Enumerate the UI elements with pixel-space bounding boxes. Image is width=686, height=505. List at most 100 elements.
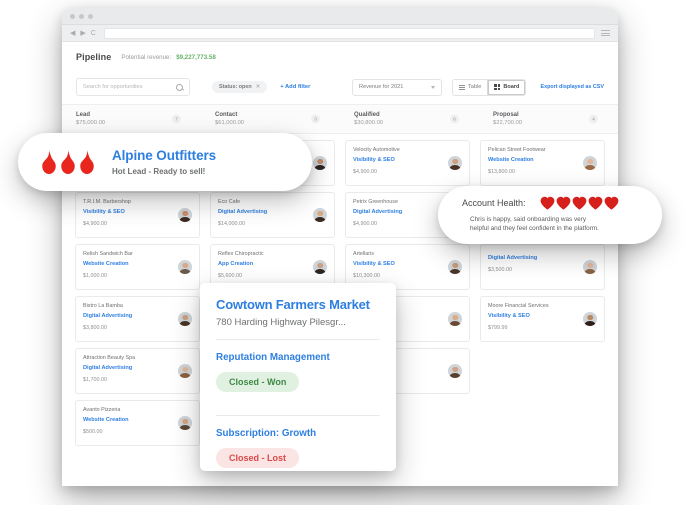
window-minimize-button[interactable] (79, 13, 84, 19)
flame-icon (42, 150, 56, 174)
divider (216, 415, 380, 416)
pipeline-stage-proposal[interactable]: Proposal $22,700.00 4 (479, 105, 618, 133)
opportunity-service: Visibility & SEO (353, 261, 395, 267)
stage-count-badge: 4 (589, 114, 598, 124)
back-icon[interactable]: ◀ (70, 30, 75, 37)
opportunity-card[interactable]: Avanto Pizzeria Website Creation $500.00 (75, 400, 200, 446)
avatar (313, 260, 327, 274)
stage-amount: $30,800.00 (354, 120, 384, 126)
status-badge-lost: Closed - Lost (216, 448, 300, 468)
avatar (178, 364, 192, 378)
opportunity-service: Website Creation (488, 157, 534, 163)
cowtown-service-2: Subscription: Growth (216, 428, 317, 439)
period-select[interactable]: Revenue for 2021 (351, 78, 442, 96)
opportunity-service: Digital Advertising (83, 313, 133, 319)
avatar (448, 312, 462, 326)
cowtown-address: 780 Harding Highway Pilesgr... (216, 317, 346, 328)
window-close-button[interactable] (70, 13, 75, 19)
opportunity-amount: $1,700.00 (83, 377, 107, 383)
tab-table-view[interactable]: Table (452, 79, 488, 95)
avatar (448, 364, 462, 378)
stage-count-badge: 3 (311, 114, 320, 124)
forward-icon[interactable]: ▶ (80, 30, 85, 37)
browser-menu-icon[interactable] (601, 30, 610, 36)
avatar (178, 312, 192, 326)
flame-icon (61, 150, 75, 174)
stage-amount: $61,000.00 (215, 120, 245, 126)
divider (216, 339, 380, 340)
stage-amount: $22,700.00 (493, 120, 523, 126)
account-health-note-line2: helpful and they feel confident in the p… (470, 225, 599, 233)
opportunity-card[interactable]: T.R.I.M. Barbershop Visibility & SEO $4,90… (75, 192, 200, 238)
reload-icon[interactable]: C (91, 30, 96, 37)
opportunity-amount: $799.99 (488, 325, 508, 331)
potential-revenue-value: $9,227,773.58 (176, 53, 216, 61)
opportunity-name: Moore Financial Services (488, 303, 549, 309)
pipeline-stage-lead[interactable]: Lead $75,000.00 7 (62, 105, 201, 133)
tab-board-view[interactable]: Board (487, 79, 526, 95)
avatar (583, 312, 597, 326)
opportunity-card[interactable]: Bistro La Bamba Digital Advertising $3,800… (75, 296, 200, 342)
address-bar[interactable] (103, 27, 595, 39)
opportunity-service: App Creation (218, 261, 254, 267)
alpine-callout-subtitle: Hot Lead - Ready to sell! (112, 167, 206, 176)
board-view-label: Board (503, 84, 520, 90)
opportunity-name: Attraction Beauty Spa (83, 355, 136, 361)
chevron-down-icon (430, 85, 435, 89)
avatar (583, 260, 597, 274)
browser-toolbar: ◀ ▶ C (62, 25, 618, 42)
flame-icon (80, 150, 94, 174)
opportunity-card[interactable]: Relish Sandwich Bar Website Creation $1,00… (75, 244, 200, 290)
stage-count-badge: 6 (450, 114, 459, 124)
opportunity-name: T.R.I.M. Barbershop (83, 199, 131, 205)
page-title: Pipeline (76, 52, 112, 62)
opportunity-name: Avanto Pizzeria (83, 407, 121, 413)
list-icon (458, 84, 465, 90)
avatar (448, 156, 462, 170)
search-placeholder: Search for opportunities (83, 84, 143, 90)
avatar (448, 260, 462, 274)
stage-name: Qualified (354, 112, 380, 118)
opportunity-service: Digital Advertising (488, 255, 538, 261)
opportunity-card[interactable]: Digital Advertising $3,500.00 (480, 244, 605, 290)
app-header: Pipeline Potential revenue: $9,227,773.5… (62, 42, 618, 72)
account-health-note: Chris is happy, said onboarding was very… (462, 215, 644, 234)
stage-name: Lead (76, 112, 91, 118)
account-health-note-line1: Chris is happy, said onboarding was very (470, 216, 587, 223)
search-input[interactable]: Search for opportunities (76, 78, 190, 96)
view-controls: Revenue for 2021 Table Board Export disp… (351, 78, 604, 96)
add-filter-button[interactable]: + Add filter (280, 84, 310, 90)
search-icon (176, 83, 183, 91)
filter-toolbar: Search for opportunities Status: open ✕ … (62, 72, 618, 102)
opportunity-card[interactable]: Attraction Beauty Spa Digital Advertising… (75, 348, 200, 394)
browser-titlebar (62, 8, 618, 25)
opportunity-name: Relish Sandwich Bar (83, 251, 133, 257)
stage-count-badge: 7 (172, 114, 181, 124)
table-view-label: Table (467, 84, 482, 90)
opportunity-service: Website Creation (83, 261, 129, 267)
export-csv-link[interactable]: Export displayed as CSV (540, 84, 604, 90)
opportunity-service: Digital Advertising (83, 365, 133, 371)
pipeline-stage-contact[interactable]: Contact $61,000.00 3 (201, 105, 340, 133)
opportunity-card[interactable]: Pelican Street Footwear Website Creation $… (480, 140, 605, 186)
opportunity-card[interactable]: Velocity Automotive Visibility & SEO $4,90… (345, 140, 470, 186)
opportunity-card[interactable]: Moore Financial Services Visibility & SEO… (480, 296, 605, 342)
opportunity-name: Pelican Street Footwear (488, 147, 546, 153)
window-maximize-button[interactable] (88, 13, 93, 19)
opportunity-service: Visibility & SEO (83, 209, 125, 215)
pipeline-stage-qualified[interactable]: Qualified $30,800.00 6 (340, 105, 479, 133)
avatar (313, 156, 327, 170)
status-filter-chip[interactable]: Status: open ✕ (212, 81, 268, 93)
opportunity-amount: $14,000.00 (218, 221, 245, 227)
opportunity-service: Visibility & SEO (353, 157, 395, 163)
opportunity-card[interactable]: Eco Cafe Digital Advertising $14,000.00 (210, 192, 335, 238)
stage-amount: $75,000.00 (76, 120, 106, 126)
close-icon[interactable]: ✕ (256, 84, 261, 90)
opportunity-amount: $3,800.00 (83, 325, 107, 331)
view-toggle: Table Board (451, 78, 527, 96)
opportunity-service: Website Creation (83, 417, 129, 423)
grid-icon (494, 84, 501, 90)
flame-icon-group (40, 150, 96, 174)
heart-icon (588, 196, 602, 210)
opportunity-amount: $13,800.00 (488, 169, 515, 175)
